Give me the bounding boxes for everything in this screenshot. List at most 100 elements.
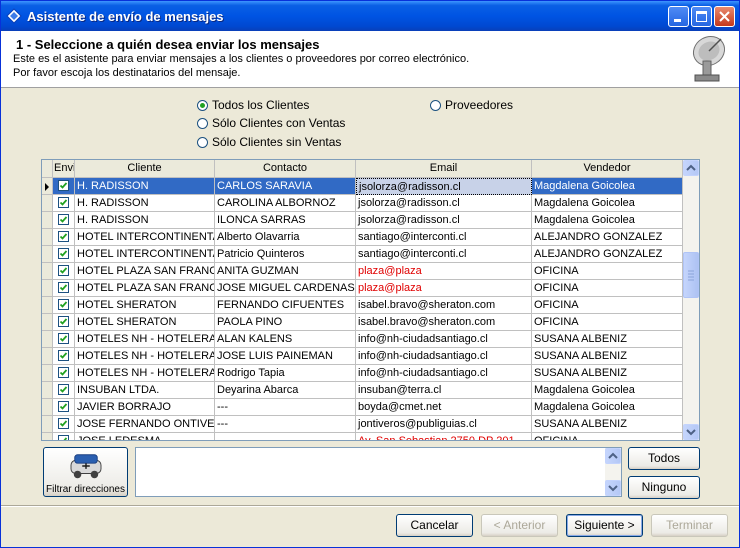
scroll-up-button[interactable] [683,160,699,176]
filter-addresses-button[interactable]: Filtrar direcciones [43,447,128,497]
cell-email[interactable]: info@nh-ciudadsantiago.cl [356,365,532,382]
memo-vertical-scrollbar[interactable] [605,448,621,496]
row-header[interactable] [42,365,53,382]
row-header[interactable] [42,246,53,263]
table-row[interactable]: JOSE FERNANDO ONTIVEROS---jontiveros@pub… [42,416,683,433]
row-header[interactable] [42,212,53,229]
table-row[interactable]: JOSE LEDESMA --- Av. San Sebastian 2750 DP… [42,433,683,440]
send-checkbox[interactable] [58,248,69,259]
send-checkbox[interactable] [58,367,69,378]
cell-contacto[interactable]: --- [215,399,356,416]
cell-contacto[interactable]: --- [215,433,356,440]
cell-email[interactable]: info@nh-ciudadsantiago.cl [356,348,532,365]
cell-vendedor[interactable]: OFICINA [532,263,683,280]
row-header[interactable] [42,297,53,314]
send-checkbox[interactable] [58,180,69,191]
memo-scroll-up-button[interactable] [605,448,621,464]
minimize-button[interactable] [668,6,689,27]
cell-cliente[interactable]: HOTEL INTERCONTINENTAL [75,246,215,263]
row-header[interactable] [42,331,53,348]
scroll-down-button[interactable] [683,424,699,440]
table-row[interactable]: INSUBAN LTDA. Deyarina Abarca insuban@terr… [42,382,683,399]
row-header[interactable] [42,178,53,195]
send-checkbox[interactable] [58,418,69,429]
send-checkbox[interactable] [58,401,69,412]
table-row[interactable]: HOTELES NH - HOTELERA CIUDADALAN KALENSi… [42,331,683,348]
send-checkbox[interactable] [58,333,69,344]
cell-email[interactable]: Av. San Sebastian 2750 DP 201 [356,433,532,440]
cell-vendedor[interactable]: ALEJANDRO GONZALEZ [532,246,683,263]
send-checkbox[interactable] [58,265,69,276]
send-checkbox[interactable] [58,214,69,225]
send-checkbox[interactable] [58,316,69,327]
cell-contacto[interactable]: JOSE MIGUEL CARDENAS [215,280,356,297]
row-header[interactable] [42,382,53,399]
cell-vendedor[interactable]: Magdalena Goicolea [532,399,683,416]
cell-vendedor[interactable]: SUSANA ALBENIZ [532,331,683,348]
cell-cliente[interactable]: HOTEL PLAZA SAN FRANCISCO [75,263,215,280]
cell-contacto[interactable]: --- [215,416,356,433]
cell-contacto[interactable]: Alberto Olavarria [215,229,356,246]
cell-email[interactable]: santiago@interconti.cl [356,229,532,246]
cell-email[interactable]: insuban@terra.cl [356,382,532,399]
cell-contacto[interactable]: Patricio Quinteros [215,246,356,263]
send-checkbox[interactable] [58,435,69,440]
column-header-cliente[interactable]: Cliente [75,160,215,178]
cell-cliente[interactable]: JOSE FERNANDO ONTIVEROS [75,416,215,433]
column-header-email[interactable]: Email [356,160,532,178]
cell-cliente[interactable]: H. RADISSON [75,178,215,195]
cell-cliente[interactable]: HOTELES NH - HOTELERA CIUDAD [75,365,215,382]
cell-contacto[interactable]: CAROLINA ALBORNOZ [215,195,356,212]
table-row[interactable]: HOTEL INTERCONTINENTAL Patricio Quinteros… [42,246,683,263]
cell-email[interactable]: jsolorza@radisson.cl [356,195,532,212]
send-checkbox[interactable] [58,282,69,293]
cell-vendedor[interactable]: OFICINA [532,314,683,331]
column-header-envi[interactable]: Envi [53,160,75,178]
option-clientes-con-ventas[interactable]: Sólo Clientes con Ventas [197,115,345,131]
cell-vendedor[interactable]: Magdalena Goicolea [532,195,683,212]
send-checkbox[interactable] [58,231,69,242]
table-row[interactable]: HOTEL PLAZA SAN FRANCISCOJOSE MIGUEL CAR… [42,280,683,297]
cell-email[interactable]: jontiveros@publiguias.cl [356,416,532,433]
column-header-vendedor[interactable]: Vendedor [532,160,683,178]
cell-contacto[interactable]: PAOLA PINO [215,314,356,331]
send-checkbox[interactable] [58,350,69,361]
table-row[interactable]: H. RADISSON CARLOS SARAVIA jsolorza@radiss… [42,178,683,195]
cell-contacto[interactable]: Deyarina Abarca [215,382,356,399]
row-header[interactable] [42,229,53,246]
cell-contacto[interactable]: FERNANDO CIFUENTES [215,297,356,314]
send-checkbox[interactable] [58,299,69,310]
cell-email[interactable]: santiago@interconti.cl [356,246,532,263]
cell-cliente[interactable]: HOTEL PLAZA SAN FRANCISCO [75,280,215,297]
cell-vendedor[interactable]: SUSANA ALBENIZ [532,416,683,433]
table-row[interactable]: HOTEL PLAZA SAN FRANCISCOANITA GUZMANpla… [42,263,683,280]
recipients-grid[interactable]: Envi Cliente Contacto Email Vendedor H. … [41,159,700,441]
cell-vendedor[interactable]: SUSANA ALBENIZ [532,365,683,382]
option-todos-clientes[interactable]: Todos los Clientes [197,97,309,113]
cell-vendedor[interactable]: SUSANA ALBENIZ [532,348,683,365]
row-header[interactable] [42,263,53,280]
select-none-button[interactable]: Ninguno [628,476,700,499]
back-button[interactable]: < Anterior [481,514,558,537]
cell-vendedor[interactable]: OFICINA [532,280,683,297]
cell-email[interactable]: plaza@plaza [356,263,532,280]
send-checkbox[interactable] [58,197,69,208]
table-row[interactable]: HOTELES NH - HOTELERA CIUDADJOSE LUIS PA… [42,348,683,365]
cancel-button[interactable]: Cancelar [396,514,473,537]
cell-contacto[interactable]: CARLOS SARAVIA [215,178,356,195]
table-row[interactable]: H. RADISSON ILONCA SARRAS jsolorza@radisso… [42,212,683,229]
table-row[interactable]: H. RADISSON CAROLINA ALBORNOZ jsolorza@rad… [42,195,683,212]
cell-contacto[interactable]: ALAN KALENS [215,331,356,348]
addresses-text-area[interactable] [135,447,622,497]
cell-cliente[interactable]: H. RADISSON [75,212,215,229]
cell-cliente[interactable]: JOSE LEDESMA [75,433,215,440]
table-row[interactable]: HOTEL SHERATON PAOLA PINO isabel.bravo@she… [42,314,683,331]
row-header[interactable] [42,416,53,433]
cell-vendedor[interactable]: Magdalena Goicolea [532,382,683,399]
cell-vendedor[interactable]: Magdalena Goicolea [532,178,683,195]
table-row[interactable]: HOTEL INTERCONTINENTAL Alberto Olavarria s… [42,229,683,246]
memo-scroll-down-button[interactable] [605,480,621,496]
cell-email[interactable]: jsolorza@radisson.cl [356,178,532,195]
cell-cliente[interactable]: INSUBAN LTDA. [75,382,215,399]
cell-cliente[interactable]: HOTELES NH - HOTELERA CIUDAD [75,331,215,348]
